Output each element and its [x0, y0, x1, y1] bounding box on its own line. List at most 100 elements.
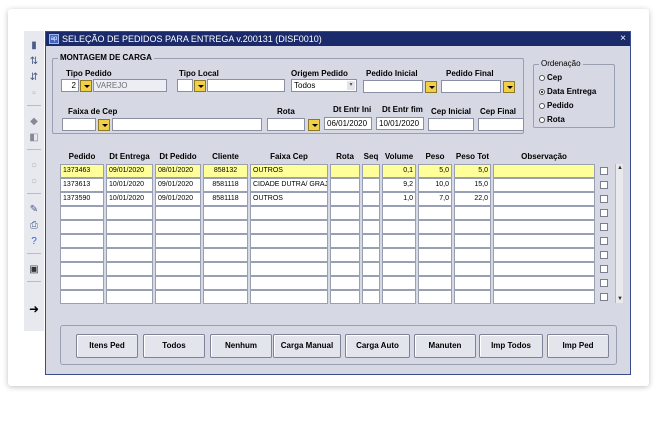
- table-cell[interactable]: 09/01/2020: [155, 178, 201, 192]
- table-cell[interactable]: 0,1: [382, 164, 416, 178]
- row-checkbox[interactable]: [600, 279, 608, 287]
- table-cell[interactable]: [454, 290, 491, 304]
- rota-input[interactable]: [267, 118, 305, 131]
- table-cell[interactable]: [155, 234, 201, 248]
- table-cell[interactable]: [362, 248, 380, 262]
- table-cell[interactable]: [155, 276, 201, 290]
- table-cell[interactable]: [106, 262, 153, 276]
- table-cell[interactable]: [418, 220, 452, 234]
- print-icon[interactable]: ⎙: [28, 219, 40, 231]
- table-cell[interactable]: 1373613: [60, 178, 104, 192]
- table-cell[interactable]: [382, 262, 416, 276]
- table-cell[interactable]: [330, 276, 360, 290]
- table-cell[interactable]: [155, 248, 201, 262]
- chevron-down-icon[interactable]: ▾: [347, 81, 355, 90]
- table-cell[interactable]: [106, 290, 153, 304]
- table-cell[interactable]: [454, 234, 491, 248]
- rota-dropdown[interactable]: [308, 119, 320, 131]
- table-cell[interactable]: 5,0: [454, 164, 491, 178]
- table-cell[interactable]: 1373590: [60, 192, 104, 206]
- tipo-local-dropdown[interactable]: [194, 80, 206, 92]
- table-cell[interactable]: 22,0: [454, 192, 491, 206]
- table-cell[interactable]: [362, 262, 380, 276]
- table-cell[interactable]: [203, 220, 248, 234]
- table-cell[interactable]: [60, 234, 104, 248]
- table-cell[interactable]: [362, 206, 380, 220]
- table-cell[interactable]: [362, 220, 380, 234]
- table-cell[interactable]: [155, 206, 201, 220]
- table-cell[interactable]: [382, 220, 416, 234]
- table-cell[interactable]: [362, 164, 380, 178]
- table-cell[interactable]: [382, 276, 416, 290]
- carga-auto-button[interactable]: Carga Auto: [345, 334, 410, 358]
- table-cell[interactable]: [203, 248, 248, 262]
- save-icon[interactable]: ▣: [28, 263, 40, 275]
- table-cell[interactable]: CIDADE DUTRA/ GRAJ: [250, 178, 328, 192]
- table-cell[interactable]: [330, 248, 360, 262]
- help-icon[interactable]: ?: [28, 235, 40, 247]
- origem-pedido-select[interactable]: Todos ▾: [291, 79, 357, 92]
- table-cell[interactable]: [330, 178, 360, 192]
- table-cell[interactable]: 8581118: [203, 192, 248, 206]
- table-cell[interactable]: [250, 220, 328, 234]
- table-cell[interactable]: [418, 290, 452, 304]
- table-cell[interactable]: [362, 192, 380, 206]
- todos-button[interactable]: Todos: [143, 334, 205, 358]
- table-cell[interactable]: [60, 248, 104, 262]
- imp-ped-button[interactable]: Imp Ped: [547, 334, 609, 358]
- table-cell[interactable]: [250, 276, 328, 290]
- dt-entr-ini-input[interactable]: 06/01/2020: [324, 117, 372, 130]
- table-cell[interactable]: [203, 276, 248, 290]
- table-cell[interactable]: [362, 234, 380, 248]
- table-cell[interactable]: [362, 276, 380, 290]
- table-cell[interactable]: 08/01/2020: [155, 164, 201, 178]
- table-cell[interactable]: [203, 206, 248, 220]
- table-cell[interactable]: [493, 164, 595, 178]
- row-checkbox[interactable]: [600, 209, 608, 217]
- table-cell[interactable]: [203, 290, 248, 304]
- table-cell[interactable]: [203, 234, 248, 248]
- sort-asc-icon[interactable]: ⇅: [28, 55, 40, 67]
- grid-scrollbar[interactable]: ▲ ▼: [615, 164, 623, 303]
- table-cell[interactable]: [203, 262, 248, 276]
- table-cell[interactable]: [418, 276, 452, 290]
- table-cell[interactable]: [106, 248, 153, 262]
- table-cell[interactable]: [106, 206, 153, 220]
- table-cell[interactable]: [493, 220, 595, 234]
- tipo-pedido-dropdown[interactable]: [80, 80, 92, 92]
- tool-icon-1[interactable]: ▮: [28, 39, 40, 51]
- table-cell[interactable]: [330, 192, 360, 206]
- radio-data-entrega[interactable]: Data Entrega: [539, 87, 596, 96]
- table-cell[interactable]: 10/01/2020: [106, 178, 153, 192]
- table-cell[interactable]: 10/01/2020: [106, 192, 153, 206]
- table-cell[interactable]: [382, 248, 416, 262]
- table-cell[interactable]: [250, 234, 328, 248]
- table-cell[interactable]: [362, 178, 380, 192]
- table-cell[interactable]: [418, 262, 452, 276]
- imp-todos-button[interactable]: Imp Todos: [479, 334, 543, 358]
- table-cell[interactable]: [454, 220, 491, 234]
- tool-icon-7[interactable]: ○: [28, 159, 40, 171]
- table-cell[interactable]: 5,0: [418, 164, 452, 178]
- table-cell[interactable]: 7,0: [418, 192, 452, 206]
- table-cell[interactable]: [250, 206, 328, 220]
- table-cell[interactable]: [106, 276, 153, 290]
- table-cell[interactable]: 858132: [203, 164, 248, 178]
- table-cell[interactable]: [60, 290, 104, 304]
- exit-icon[interactable]: ➜: [28, 302, 40, 316]
- table-cell[interactable]: [418, 248, 452, 262]
- table-cell[interactable]: [382, 290, 416, 304]
- row-checkbox[interactable]: [600, 293, 608, 301]
- table-cell[interactable]: [330, 234, 360, 248]
- radio-pedido[interactable]: Pedido: [539, 101, 574, 110]
- carga-manual-button[interactable]: Carga Manual: [273, 334, 341, 358]
- pedido-inicial-input[interactable]: [363, 80, 423, 93]
- edit-icon[interactable]: ✎: [28, 203, 40, 215]
- table-cell[interactable]: [106, 234, 153, 248]
- table-cell[interactable]: 1,0: [382, 192, 416, 206]
- cep-final-input[interactable]: [478, 118, 524, 131]
- table-cell[interactable]: 9,2: [382, 178, 416, 192]
- scroll-up-icon[interactable]: ▲: [616, 164, 624, 172]
- pedido-inicial-dropdown[interactable]: [425, 81, 437, 93]
- table-cell[interactable]: OUTROS: [250, 164, 328, 178]
